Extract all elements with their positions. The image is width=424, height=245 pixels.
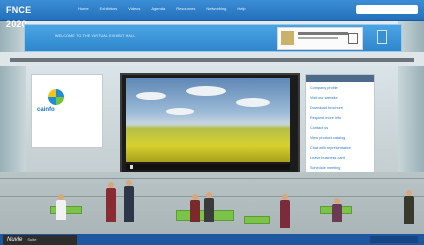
nav-item-help[interactable]: Help <box>237 5 245 13</box>
avatar-person[interactable] <box>204 192 214 224</box>
signature-text: Nuvle <box>7 237 23 243</box>
booth-side-menu: Company profile Visit our website Downlo… <box>305 74 375 176</box>
nav-item-agenda[interactable]: Agenda <box>151 5 165 13</box>
avatar-person[interactable] <box>106 182 116 226</box>
cloud-shape <box>136 92 166 100</box>
footer-right-control[interactable] <box>370 236 418 243</box>
nav-item-home[interactable]: Home <box>78 5 89 13</box>
main-nav: Home Exhibitors Videos Agenda Resources … <box>78 5 246 13</box>
top-navigation-bar: FNCE 2020 Home Exhibitors Videos Agenda … <box>0 0 424 29</box>
avatar-person[interactable] <box>190 194 200 224</box>
ceiling-beam <box>10 58 414 62</box>
brand-name: cainfo <box>37 107 55 113</box>
avatar-person[interactable] <box>280 194 290 230</box>
menu-item[interactable]: Visit our website <box>310 94 370 102</box>
cloud-shape <box>186 86 226 96</box>
cloud-shape <box>236 98 270 107</box>
banner-scroll-button[interactable] <box>377 30 387 44</box>
menu-item[interactable]: Chat with representative <box>310 144 370 152</box>
nav-item-videos[interactable]: Videos <box>128 5 140 13</box>
video-controls[interactable] <box>126 164 290 170</box>
avatar-person[interactable] <box>404 190 414 226</box>
external-link-icon[interactable] <box>348 33 358 44</box>
platform-signature[interactable]: Nuvle Suite <box>3 235 77 245</box>
avatar-body <box>280 200 290 228</box>
sponsor-title-line <box>298 32 348 35</box>
avatar-body <box>106 188 116 222</box>
avatar-person[interactable] <box>56 194 66 222</box>
avatar-body <box>124 186 134 222</box>
avatar-body <box>204 198 214 222</box>
avatar-body <box>332 204 342 222</box>
welcome-banner: WELCOME TO THE VIRTUAL EXHIBIT HALL <box>24 24 402 52</box>
search-input[interactable] <box>356 5 418 14</box>
avatar-body <box>56 200 66 220</box>
event-logo[interactable]: FNCE 2020 <box>6 3 46 29</box>
menu-item[interactable]: Leave business card <box>310 154 370 162</box>
video-frame[interactable] <box>126 78 290 162</box>
menu-item[interactable]: Contact us <box>310 124 370 132</box>
nav-item-resources[interactable]: Resources <box>176 5 195 13</box>
booth-video-screen[interactable] <box>120 73 300 175</box>
cloud-shape <box>166 108 194 115</box>
menu-item[interactable]: Company profile <box>310 84 370 92</box>
menu-item[interactable]: Schedule meeting <box>310 164 370 172</box>
booth-logo-panel[interactable]: cainfo <box>31 74 103 148</box>
nav-item-networking[interactable]: Networking <box>206 5 226 13</box>
avatar-body <box>190 200 200 222</box>
lounge-bench <box>244 216 270 224</box>
avatar-person[interactable] <box>332 198 342 224</box>
avatar-body <box>404 196 414 224</box>
banner-text: WELCOME TO THE VIRTUAL EXHIBIT HALL <box>55 34 136 38</box>
menu-header <box>306 75 374 82</box>
signature-sub: Suite <box>27 237 37 242</box>
brand-logo-icon <box>48 89 64 105</box>
nav-item-exhibitors[interactable]: Exhibitors <box>100 5 118 13</box>
play-icon[interactable] <box>130 165 133 169</box>
exhibit-floor <box>0 172 424 234</box>
menu-item[interactable]: Request more info <box>310 114 370 122</box>
sponsor-card[interactable] <box>277 27 363 50</box>
avatar-person[interactable] <box>124 180 134 226</box>
menu-item[interactable]: View product catalog <box>310 134 370 142</box>
virtual-exhibit-hall: FNCE 2020 Home Exhibitors Videos Agenda … <box>0 0 424 245</box>
sponsor-thumbnail <box>281 31 294 45</box>
bottom-bar: Nuvle Suite <box>0 234 424 245</box>
lounge-bench <box>50 206 82 214</box>
menu-item[interactable]: Download brochure <box>310 104 370 112</box>
sponsor-subtitle-line <box>298 37 338 39</box>
floor-divider <box>0 178 424 179</box>
